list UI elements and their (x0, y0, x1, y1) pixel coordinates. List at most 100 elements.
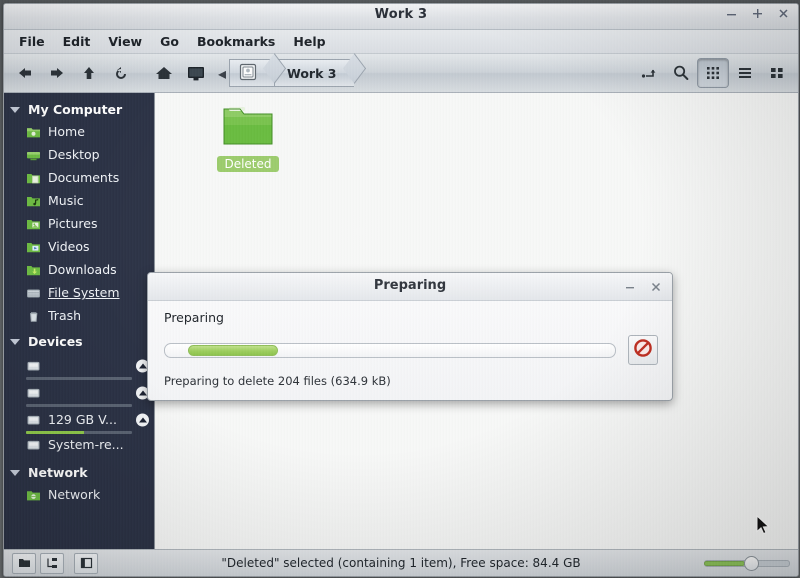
dialog-heading: Preparing (164, 310, 224, 325)
search-button[interactable] (666, 59, 696, 87)
dialog-detail-text: Preparing to delete 204 files (634.9 kB) (164, 374, 391, 388)
sidebar-item-label: Home (48, 124, 85, 139)
sidebar-item-file-system[interactable]: File System (4, 281, 154, 304)
sidebar-item-pictures[interactable]: Pictures (4, 212, 154, 235)
sidebar-item-videos[interactable]: Videos (4, 235, 154, 258)
close-button[interactable] (777, 7, 790, 20)
dialog-progress-row (164, 335, 658, 365)
sidebar-item-device-129gb[interactable]: 129 GB V... (4, 406, 154, 434)
sidebar-item-downloads[interactable]: Downloads (4, 258, 154, 281)
back-button[interactable] (10, 59, 40, 87)
network-icon (26, 488, 41, 502)
places-view-button[interactable] (12, 552, 36, 574)
menu-file[interactable]: File (10, 32, 54, 51)
menu-edit[interactable]: Edit (54, 32, 100, 51)
dialog-titlebar: Preparing (148, 273, 672, 301)
chevron-down-icon (10, 469, 20, 476)
dialog-title: Preparing (373, 278, 447, 293)
videos-folder-icon (26, 240, 41, 254)
home-button[interactable] (149, 59, 179, 87)
sidebar-item-music[interactable]: Music (4, 189, 154, 212)
sidebar-group-network[interactable]: Network (4, 462, 154, 483)
sidebar-item-label: Network (48, 487, 101, 502)
up-button[interactable] (74, 59, 104, 87)
breadcrumb: ◂ Work 3 (215, 59, 355, 87)
tree-view-button[interactable] (40, 552, 64, 574)
dialog-close-button[interactable] (650, 278, 662, 297)
sidebar-group-devices[interactable]: Devices (4, 331, 154, 352)
dialog-minimize-button[interactable] (624, 278, 636, 297)
sidebar-item-label: 129 GB V... (48, 412, 117, 427)
sidebar-item-documents[interactable]: Documents (4, 166, 154, 189)
chevron-down-icon (10, 338, 20, 345)
sidebar-group-my-computer[interactable]: My Computer (4, 99, 154, 120)
sidebar-item-label: Documents (48, 170, 120, 185)
sidebar-item-device-system-reserved[interactable]: System-re... (4, 433, 154, 456)
zoom-slider-fill (704, 560, 746, 566)
file-manager-window: Work 3 File Edit View Go Bookmarks Help (3, 3, 799, 577)
location-entry-button[interactable] (634, 59, 664, 87)
sidebar-group-label: My Computer (28, 102, 123, 117)
sidebar-item-label: File System (48, 285, 120, 300)
maximize-button[interactable] (751, 7, 764, 20)
menu-go[interactable]: Go (151, 32, 188, 51)
window-titlebar: Work 3 (4, 4, 798, 30)
breadcrumb-scroll-left[interactable]: ◂ (215, 59, 229, 87)
breadcrumb-crumb-drive[interactable] (229, 59, 274, 87)
screen: Work 3 File Edit View Go Bookmarks Help (0, 0, 800, 578)
sidebar-item-trash[interactable]: Trash (4, 304, 154, 327)
eject-icon[interactable] (136, 413, 149, 426)
side-pane-toggle-button[interactable] (74, 552, 98, 574)
documents-folder-icon (26, 171, 41, 185)
sidebar: My Computer Home Desktop Documents Music… (4, 93, 155, 549)
toolbar: ◂ Work 3 (4, 54, 798, 93)
music-folder-icon (26, 194, 41, 208)
preparing-dialog: Preparing Preparing Preparing to delete … (147, 272, 673, 401)
trash-icon (26, 309, 41, 323)
reload-button[interactable] (106, 59, 136, 87)
sidebar-item-desktop[interactable]: Desktop (4, 143, 154, 166)
mouse-cursor (756, 514, 772, 537)
menu-view[interactable]: View (99, 32, 151, 51)
drive-icon (26, 438, 41, 452)
file-item-deleted[interactable]: Deleted (211, 103, 285, 172)
dialog-window-controls (624, 278, 662, 297)
sidebar-item-home[interactable]: Home (4, 120, 154, 143)
zoom-slider[interactable] (704, 555, 790, 571)
drive-icon (26, 359, 41, 373)
compact-view-button[interactable] (762, 59, 792, 87)
forward-button[interactable] (42, 59, 72, 87)
cancel-icon (633, 338, 653, 362)
sidebar-group-label: Devices (28, 334, 83, 349)
sidebar-group-label: Network (28, 465, 88, 480)
progress-bar-fill (187, 344, 278, 356)
downloads-folder-icon (26, 263, 41, 277)
desktop-folder-icon (26, 148, 41, 162)
pictures-folder-icon (26, 217, 41, 231)
sidebar-item-label: Pictures (48, 216, 98, 231)
dialog-body: Preparing Preparing to delete 204 files … (148, 301, 672, 400)
menu-bookmarks[interactable]: Bookmarks (188, 32, 284, 51)
minimize-button[interactable] (725, 7, 738, 20)
cancel-button[interactable] (628, 335, 658, 365)
zoom-slider-handle[interactable] (743, 555, 759, 571)
sidebar-item-device-1[interactable] (4, 352, 154, 380)
list-view-button[interactable] (730, 59, 760, 87)
sidebar-item-device-2[interactable] (4, 379, 154, 407)
window-title: Work 3 (374, 7, 428, 22)
breadcrumb-crumb-work3[interactable]: Work 3 (274, 59, 355, 87)
sidebar-item-label: Videos (48, 239, 90, 254)
chevron-down-icon (10, 106, 20, 113)
window-controls (725, 7, 790, 20)
icon-view-button[interactable] (698, 59, 728, 87)
file-item-label: Deleted (217, 156, 279, 172)
computer-button[interactable] (181, 59, 211, 87)
sidebar-item-network[interactable]: Network (4, 483, 154, 506)
sidebar-item-label: System-re... (48, 437, 124, 452)
drive-icon (26, 413, 41, 427)
menu-help[interactable]: Help (284, 32, 334, 51)
file-system-icon (26, 286, 41, 300)
status-text: "Deleted" selected (containing 1 item), … (221, 556, 581, 570)
home-folder-icon (26, 125, 41, 139)
sidebar-item-label: Trash (48, 308, 82, 323)
